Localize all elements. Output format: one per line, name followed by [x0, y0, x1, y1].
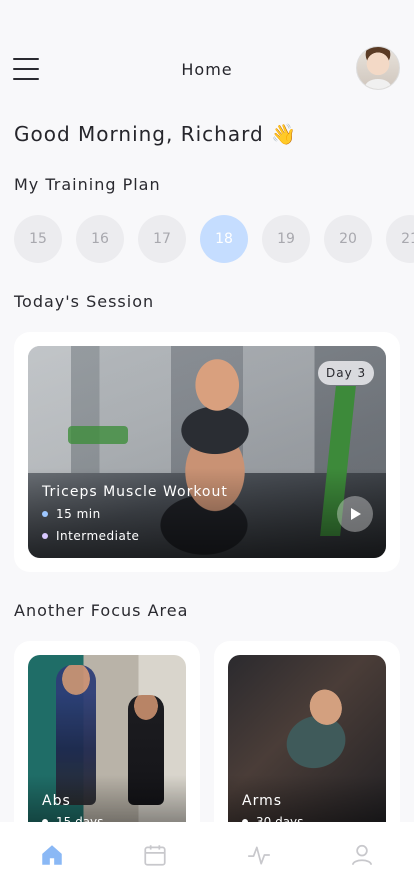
focus-label-abs: Abs: [42, 793, 71, 809]
day-17[interactable]: 17: [138, 215, 186, 263]
greeting: Good Morning, Richard 👋: [14, 122, 297, 146]
page-title: Home: [181, 60, 233, 79]
play-button[interactable]: [337, 496, 373, 532]
day-16[interactable]: 16: [76, 215, 124, 263]
calendar-icon: [144, 845, 166, 866]
profile-icon: [352, 844, 373, 866]
bottom-tab-bar: [0, 822, 414, 896]
focus-image-arms: Arms 30 days: [228, 655, 386, 845]
focus-card-abs[interactable]: Abs 15 days: [14, 641, 200, 845]
todays-session-title: Today's Session: [14, 292, 155, 311]
tab-calendar[interactable]: [135, 835, 175, 875]
avatar[interactable]: [356, 46, 400, 90]
focus-label-arms: Arms: [242, 793, 283, 809]
focus-area-title: Another Focus Area: [14, 601, 189, 620]
session-name: Triceps Muscle Workout: [42, 484, 228, 500]
training-day-picker: 15 16 17 18 19 20 21: [14, 215, 414, 263]
focus-card-arms[interactable]: Arms 30 days: [214, 641, 400, 845]
day-20[interactable]: 20: [324, 215, 372, 263]
training-plan-title: My Training Plan: [14, 175, 161, 194]
home-icon: [42, 845, 62, 865]
day-18-selected[interactable]: 18: [200, 215, 248, 263]
session-duration: 15 min: [42, 507, 101, 521]
day-15[interactable]: 15: [14, 215, 62, 263]
session-image: Day 3 Triceps Muscle Workout 15 min Inte…: [28, 346, 386, 558]
play-icon: [351, 508, 361, 520]
day-21[interactable]: 21: [386, 215, 414, 263]
activity-icon: [247, 846, 270, 865]
day-badge: Day 3: [318, 361, 375, 385]
tab-home[interactable]: [32, 835, 72, 875]
focus-image-abs: Abs 15 days: [28, 655, 186, 845]
session-level: Intermediate: [42, 529, 139, 543]
session-card[interactable]: Day 3 Triceps Muscle Workout 15 min Inte…: [14, 332, 400, 572]
day-19[interactable]: 19: [262, 215, 310, 263]
header: Home: [0, 46, 414, 94]
tab-activity[interactable]: [239, 835, 279, 875]
tab-profile[interactable]: [342, 835, 382, 875]
